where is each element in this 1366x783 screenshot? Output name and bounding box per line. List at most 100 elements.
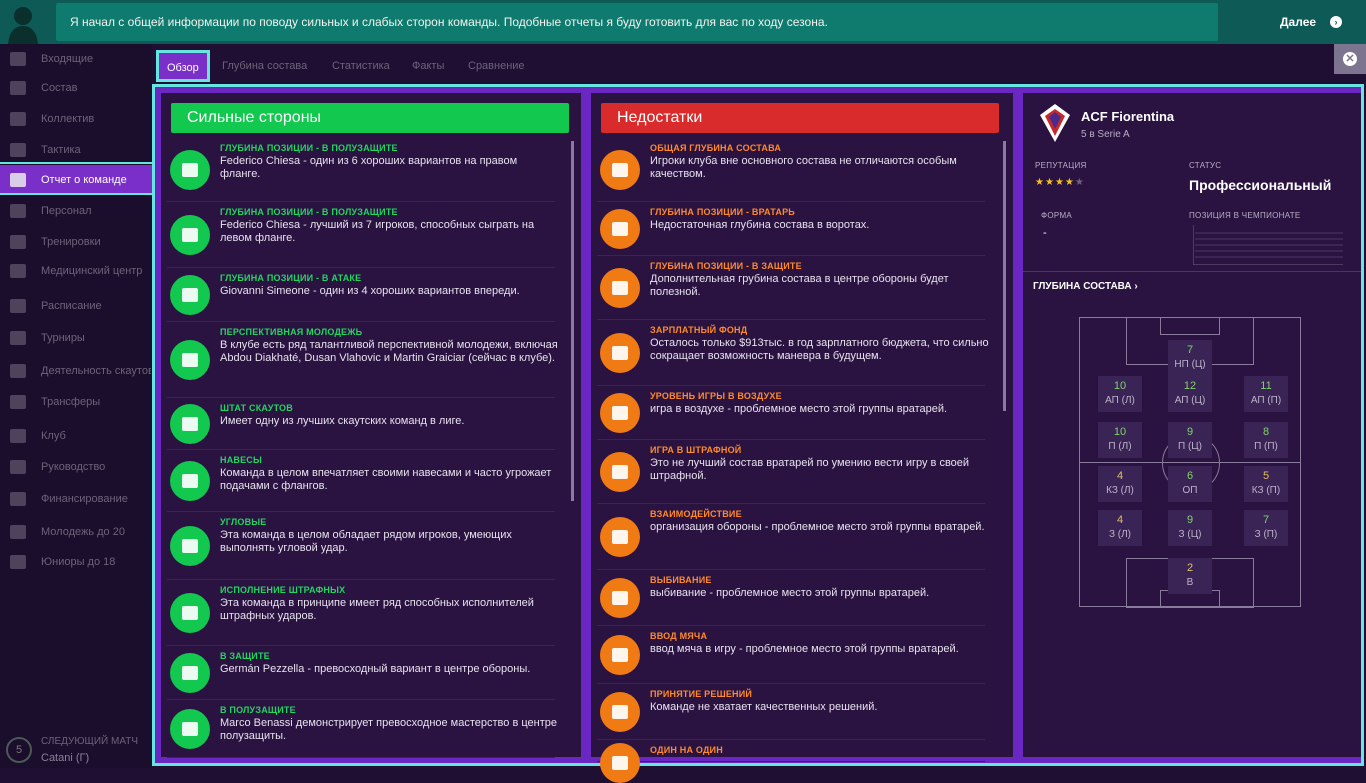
row-description: Это не лучший состав вратарей по умению … [650, 457, 970, 482]
strength-row[interactable]: ГЛУБИНА ПОЗИЦИИ - В ПОЛУЗАЩИТЕ Federico C… [167, 139, 555, 202]
row-description: Эта команда в целом обладает рядом игрок… [220, 529, 512, 554]
row-description: Giovanni Simeone - один из 4 хороших вар… [220, 285, 520, 297]
league-position-chart [1193, 225, 1343, 265]
sidebar-item-label: Клуб [41, 430, 66, 442]
sidebar-item-icon [10, 112, 26, 126]
tab-bar: Обзор Глубина состава Статистика Факты С… [152, 44, 1366, 84]
sidebar-item[interactable]: Клуб [0, 421, 152, 451]
reputation-label: РЕПУТАЦИЯ [1035, 161, 1087, 170]
tab-overview[interactable]: Обзор [156, 50, 210, 82]
sidebar-item[interactable]: Финансирование [0, 484, 152, 514]
tab-comparison[interactable]: Сравнение [468, 60, 525, 72]
sidebar-item[interactable]: Юниоры до 18 [0, 547, 152, 577]
strength-row[interactable]: ПЕРСПЕКТИВНАЯ МОЛОДЕЖЬ В клубе есть ряд т… [167, 323, 558, 398]
next-match-widget[interactable]: 5 СЛЕДУЮЩИЙ МАТЧ Catani (Г) [0, 730, 152, 768]
depth-position[interactable]: 5 КЗ (П) [1244, 466, 1288, 502]
weakness-row[interactable]: ОБЩАЯ ГЛУБИНА СОСТАВА Игроки клуба вне ос… [597, 139, 985, 202]
weakness-row[interactable]: ЗАРПЛАТНЫЙ ФОНД Осталось только $913тыс. … [597, 321, 989, 386]
sidebar-item[interactable]: Деятельность скаутов [0, 356, 152, 386]
next-match-label: СЛЕДУЮЩИЙ МАТЧ [41, 736, 138, 747]
strength-row[interactable]: ШТАТ СКАУТОВ Имеет одну из лучших скаутск… [167, 399, 555, 450]
sidebar-item[interactable]: Состав [0, 73, 152, 103]
weakness-row[interactable]: ВЗАИМОДЕЙСТВИЕ организация обороны - проб… [597, 505, 985, 570]
sidebar-item[interactable]: Тактика [0, 135, 152, 165]
row-title: УГЛОВЫЕ [220, 517, 267, 527]
sidebar-item[interactable]: Входящие [0, 44, 152, 74]
squad-depth-icon [600, 209, 640, 249]
sidebar-item[interactable]: Коллектив [0, 104, 152, 134]
next-button[interactable]: Далее › [1230, 3, 1366, 41]
strength-row[interactable]: ГЛУБИНА ПОЗИЦИИ - В АТАКЕ Giovanni Simeon… [167, 269, 555, 322]
sidebar-item-icon [10, 299, 26, 313]
sidebar-active-highlight [0, 162, 152, 195]
weakness-row[interactable]: ВВОД МЯЧА ввод мяча в игру - проблемное м… [597, 627, 985, 684]
tab-facts[interactable]: Факты [412, 60, 444, 72]
weakness-row[interactable]: ОДИН НА ОДИН [597, 741, 985, 783]
sidebar-item[interactable]: Расписание [0, 291, 152, 321]
form-label: ФОРМА [1041, 211, 1073, 220]
banner-message-box: Я начал с общей информации по поводу сил… [56, 3, 1218, 41]
depth-position[interactable]: 8 П (П) [1244, 422, 1288, 458]
sidebar-item[interactable]: Молодежь до 20 [0, 517, 152, 547]
depth-position[interactable]: 12 АП (Ц) [1168, 376, 1212, 412]
sidebar-item[interactable]: Руководство [0, 452, 152, 482]
sidebar-item-label: Турниры [41, 332, 85, 344]
sidebar-item[interactable]: Трансферы [0, 387, 152, 417]
star-icon: ★ [1054, 177, 1065, 188]
depth-count: 10 [1113, 380, 1127, 392]
depth-position[interactable]: 10 П (Л) [1098, 422, 1142, 458]
strength-row[interactable]: В ЗАЩИТЕ Germán Pezzella - превосходный в… [167, 647, 555, 700]
depth-count: 4 [1116, 470, 1124, 482]
sidebar-item[interactable]: Тренировки [0, 227, 152, 257]
strength-row[interactable]: УГЛОВЫЕ Эта команда в целом обладает рядо… [167, 513, 555, 580]
sidebar-item[interactable]: Медицинский центр [0, 256, 152, 286]
depth-position[interactable]: 9 З (Ц) [1168, 510, 1212, 546]
depth-position-label: КЗ (Л) [1106, 485, 1134, 496]
depth-position[interactable]: 6 ОП [1168, 466, 1212, 502]
strength-row[interactable]: В ПОЛУЗАЩИТЕ Marco Benassi демонстрирует … [167, 701, 557, 758]
coins-icon [600, 333, 640, 373]
weakness-row[interactable]: ИГРА В ШТРАФНОЙ Это не лучший состав врат… [597, 441, 985, 504]
row-description: Дополнительная грубина состава в центре … [650, 273, 949, 298]
depth-position[interactable]: 11 АП (П) [1244, 376, 1288, 412]
sidebar-item-label: Финансирование [41, 493, 128, 505]
weaknesses-panel: Недостатки ОБЩАЯ ГЛУБИНА СОСТАВА Игроки к… [591, 93, 1013, 783]
sidebar-item-label: Расписание [41, 300, 102, 312]
row-description: организация обороны - проблемное место э… [650, 521, 985, 533]
depth-position[interactable]: 4 КЗ (Л) [1098, 466, 1142, 502]
depth-count: 9 [1186, 426, 1194, 438]
tab-squad-depth[interactable]: Глубина состава [222, 60, 307, 72]
close-button[interactable]: ✕ [1334, 44, 1366, 74]
squad-depth-icon [600, 268, 640, 308]
depth-position[interactable]: 4 З (Л) [1098, 510, 1142, 546]
sidebar-item[interactable]: Персонал [0, 196, 152, 226]
weakness-row[interactable]: УРОВЕНЬ ИГРЫ В ВОЗДУХЕ игра в воздухе - п… [597, 387, 985, 440]
depth-position[interactable]: 7 НП (Ц) [1168, 340, 1212, 376]
depth-count: 6 [1186, 470, 1194, 482]
tab-statistics[interactable]: Статистика [332, 60, 390, 72]
depth-position-label: ОП [1182, 485, 1198, 496]
squad-depth-link[interactable]: ГЛУБИНА СОСТАВА › [1033, 281, 1138, 292]
strength-row[interactable]: ГЛУБИНА ПОЗИЦИИ - В ПОЛУЗАЩИТЕ Federico C… [167, 203, 555, 268]
sidebar-item[interactable]: Турниры [0, 323, 152, 353]
row-title: ВЫБИВАНИЕ [650, 575, 712, 585]
strength-row[interactable]: ИСПОЛНЕНИЕ ШТРАФНЫХ Эта команда в принцип… [167, 581, 555, 646]
weakness-row[interactable]: ГЛУБИНА ПОЗИЦИИ - ВРАТАРЬ Недостаточная г… [597, 203, 985, 256]
strength-row[interactable]: НАВЕСЫ Команда в целом впечатляет своими … [167, 451, 555, 512]
weakness-row[interactable]: ВЫБИВАНИЕ выбивание - проблемное место эт… [597, 571, 985, 626]
weakness-row[interactable]: ГЛУБИНА ПОЗИЦИИ - В ЗАЩИТЕ Дополнительная… [597, 257, 985, 320]
depth-position-label: АП (Л) [1105, 395, 1135, 406]
row-title: ПРИНЯТИЕ РЕШЕНИЙ [650, 689, 753, 699]
sidebar-item-icon [10, 52, 26, 66]
depth-position[interactable]: 10 АП (Л) [1098, 376, 1142, 412]
depth-position[interactable]: 2В [1168, 558, 1212, 594]
penalty-area-icon [600, 452, 640, 492]
strengths-scrollbar[interactable] [571, 141, 574, 501]
depth-position[interactable]: 7 З (П) [1244, 510, 1288, 546]
weaknesses-scrollbar[interactable] [1003, 141, 1006, 411]
depth-position[interactable]: 9 П (Ц) [1168, 422, 1212, 458]
weakness-row[interactable]: ПРИНЯТИЕ РЕШЕНИЙ Команде не хватает качес… [597, 685, 985, 740]
row-title: ВЗАИМОДЕЙСТВИЕ [650, 509, 742, 519]
squad-depth-link-label: ГЛУБИНА СОСТАВА [1033, 281, 1132, 292]
manager-avatar-icon [8, 7, 38, 44]
